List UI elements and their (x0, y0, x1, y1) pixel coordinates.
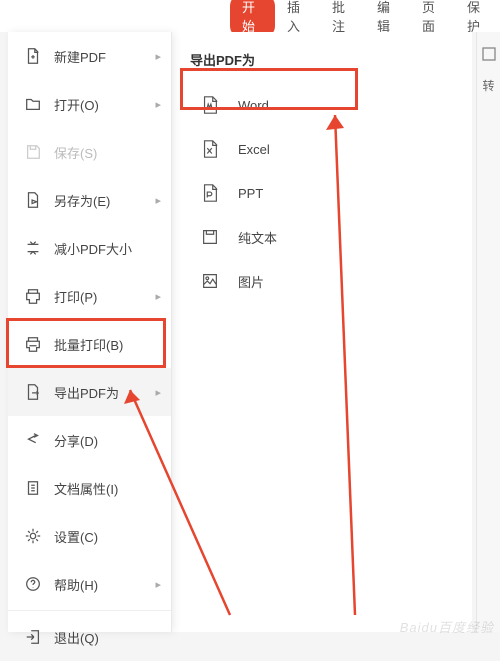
menu-label: 另存为(E) (54, 191, 110, 210)
exit-icon (22, 628, 44, 646)
file-dropdown-menu: 新建PDF ▸ 打开(O) ▸ 保存(S) 另存为(E) ▸ 减小PDF大小 打… (8, 32, 172, 632)
chevron-right-icon: ▸ (155, 50, 161, 63)
menu-new-pdf[interactable]: 新建PDF ▸ (8, 32, 171, 80)
submenu-title: 导出PDF为 (190, 50, 462, 69)
gear-icon (22, 527, 44, 545)
text-icon (200, 227, 226, 247)
ppt-icon (200, 183, 226, 203)
export-image[interactable]: 图片 (182, 259, 462, 303)
menu-label: 分享(D) (54, 431, 98, 450)
menu-label: 打开(O) (54, 95, 99, 114)
menu-label: 批量打印(B) (54, 335, 123, 354)
chevron-right-icon: ▸ (155, 386, 161, 399)
word-icon (200, 95, 226, 115)
compress-icon (22, 239, 44, 257)
right-tool-icon[interactable] (481, 46, 497, 65)
properties-icon (22, 479, 44, 497)
export-icon (22, 383, 44, 401)
menu-save-as[interactable]: 另存为(E) ▸ (8, 176, 171, 224)
chevron-right-icon: ▸ (155, 98, 161, 111)
menu-label: 退出(Q) (54, 628, 99, 647)
export-submenu: 导出PDF为 Word Excel PPT 纯文本 图片 (172, 32, 472, 632)
ribbon-tabs: 开始 插入 批注 编辑 页面 保护 (0, 0, 500, 32)
menu-settings[interactable]: 设置(C) (8, 512, 171, 560)
sub-label: Excel (238, 142, 270, 157)
menu-open[interactable]: 打开(O) ▸ (8, 80, 171, 128)
new-pdf-icon (22, 47, 44, 65)
chevron-right-icon: ▸ (155, 194, 161, 207)
printer-icon (22, 287, 44, 305)
menu-reduce-size[interactable]: 减小PDF大小 (8, 224, 171, 272)
sub-label: 纯文本 (238, 228, 277, 247)
menu-label: 文档属性(I) (54, 479, 118, 498)
sub-label: PPT (238, 186, 263, 201)
menu-label: 新建PDF (54, 47, 106, 66)
menu-exit[interactable]: 退出(Q) (8, 613, 171, 661)
image-icon (200, 271, 226, 291)
save-disk-icon (22, 143, 44, 161)
menu-label: 减小PDF大小 (54, 239, 132, 258)
menu-label: 设置(C) (54, 527, 98, 546)
folder-icon (22, 95, 44, 113)
menu-label: 打印(P) (54, 287, 97, 306)
menu-export-pdf[interactable]: 导出PDF为 ▸ (8, 368, 171, 416)
right-tool-label[interactable]: 转 (482, 77, 494, 94)
export-ppt[interactable]: PPT (182, 171, 462, 215)
menu-label: 导出PDF为 (54, 383, 119, 402)
menu-save: 保存(S) (8, 128, 171, 176)
menu-batch-print[interactable]: 批量打印(B) (8, 320, 171, 368)
watermark: Baidu百度经验 (400, 617, 494, 636)
excel-icon (200, 139, 226, 159)
save-as-icon (22, 191, 44, 209)
chevron-right-icon: ▸ (155, 578, 161, 591)
menu-print[interactable]: 打印(P) ▸ (8, 272, 171, 320)
sub-label: 图片 (238, 272, 264, 291)
menu-label: 保存(S) (54, 143, 97, 162)
export-word[interactable]: Word (182, 83, 462, 127)
top-toolbar: 文件 ▾ ▾ 开始 插入 批注 编辑 页面 保护 (0, 0, 500, 32)
menu-divider (8, 610, 171, 611)
share-icon (22, 431, 44, 449)
batch-print-icon (22, 335, 44, 353)
menu-help[interactable]: 帮助(H) ▸ (8, 560, 171, 608)
menu-label: 帮助(H) (54, 575, 98, 594)
chevron-right-icon: ▸ (155, 290, 161, 303)
sub-label: Word (238, 98, 269, 113)
menu-properties[interactable]: 文档属性(I) (8, 464, 171, 512)
export-excel[interactable]: Excel (182, 127, 462, 171)
right-sidebar: 转 (476, 32, 500, 632)
help-icon (22, 575, 44, 593)
export-text[interactable]: 纯文本 (182, 215, 462, 259)
menu-share[interactable]: 分享(D) (8, 416, 171, 464)
